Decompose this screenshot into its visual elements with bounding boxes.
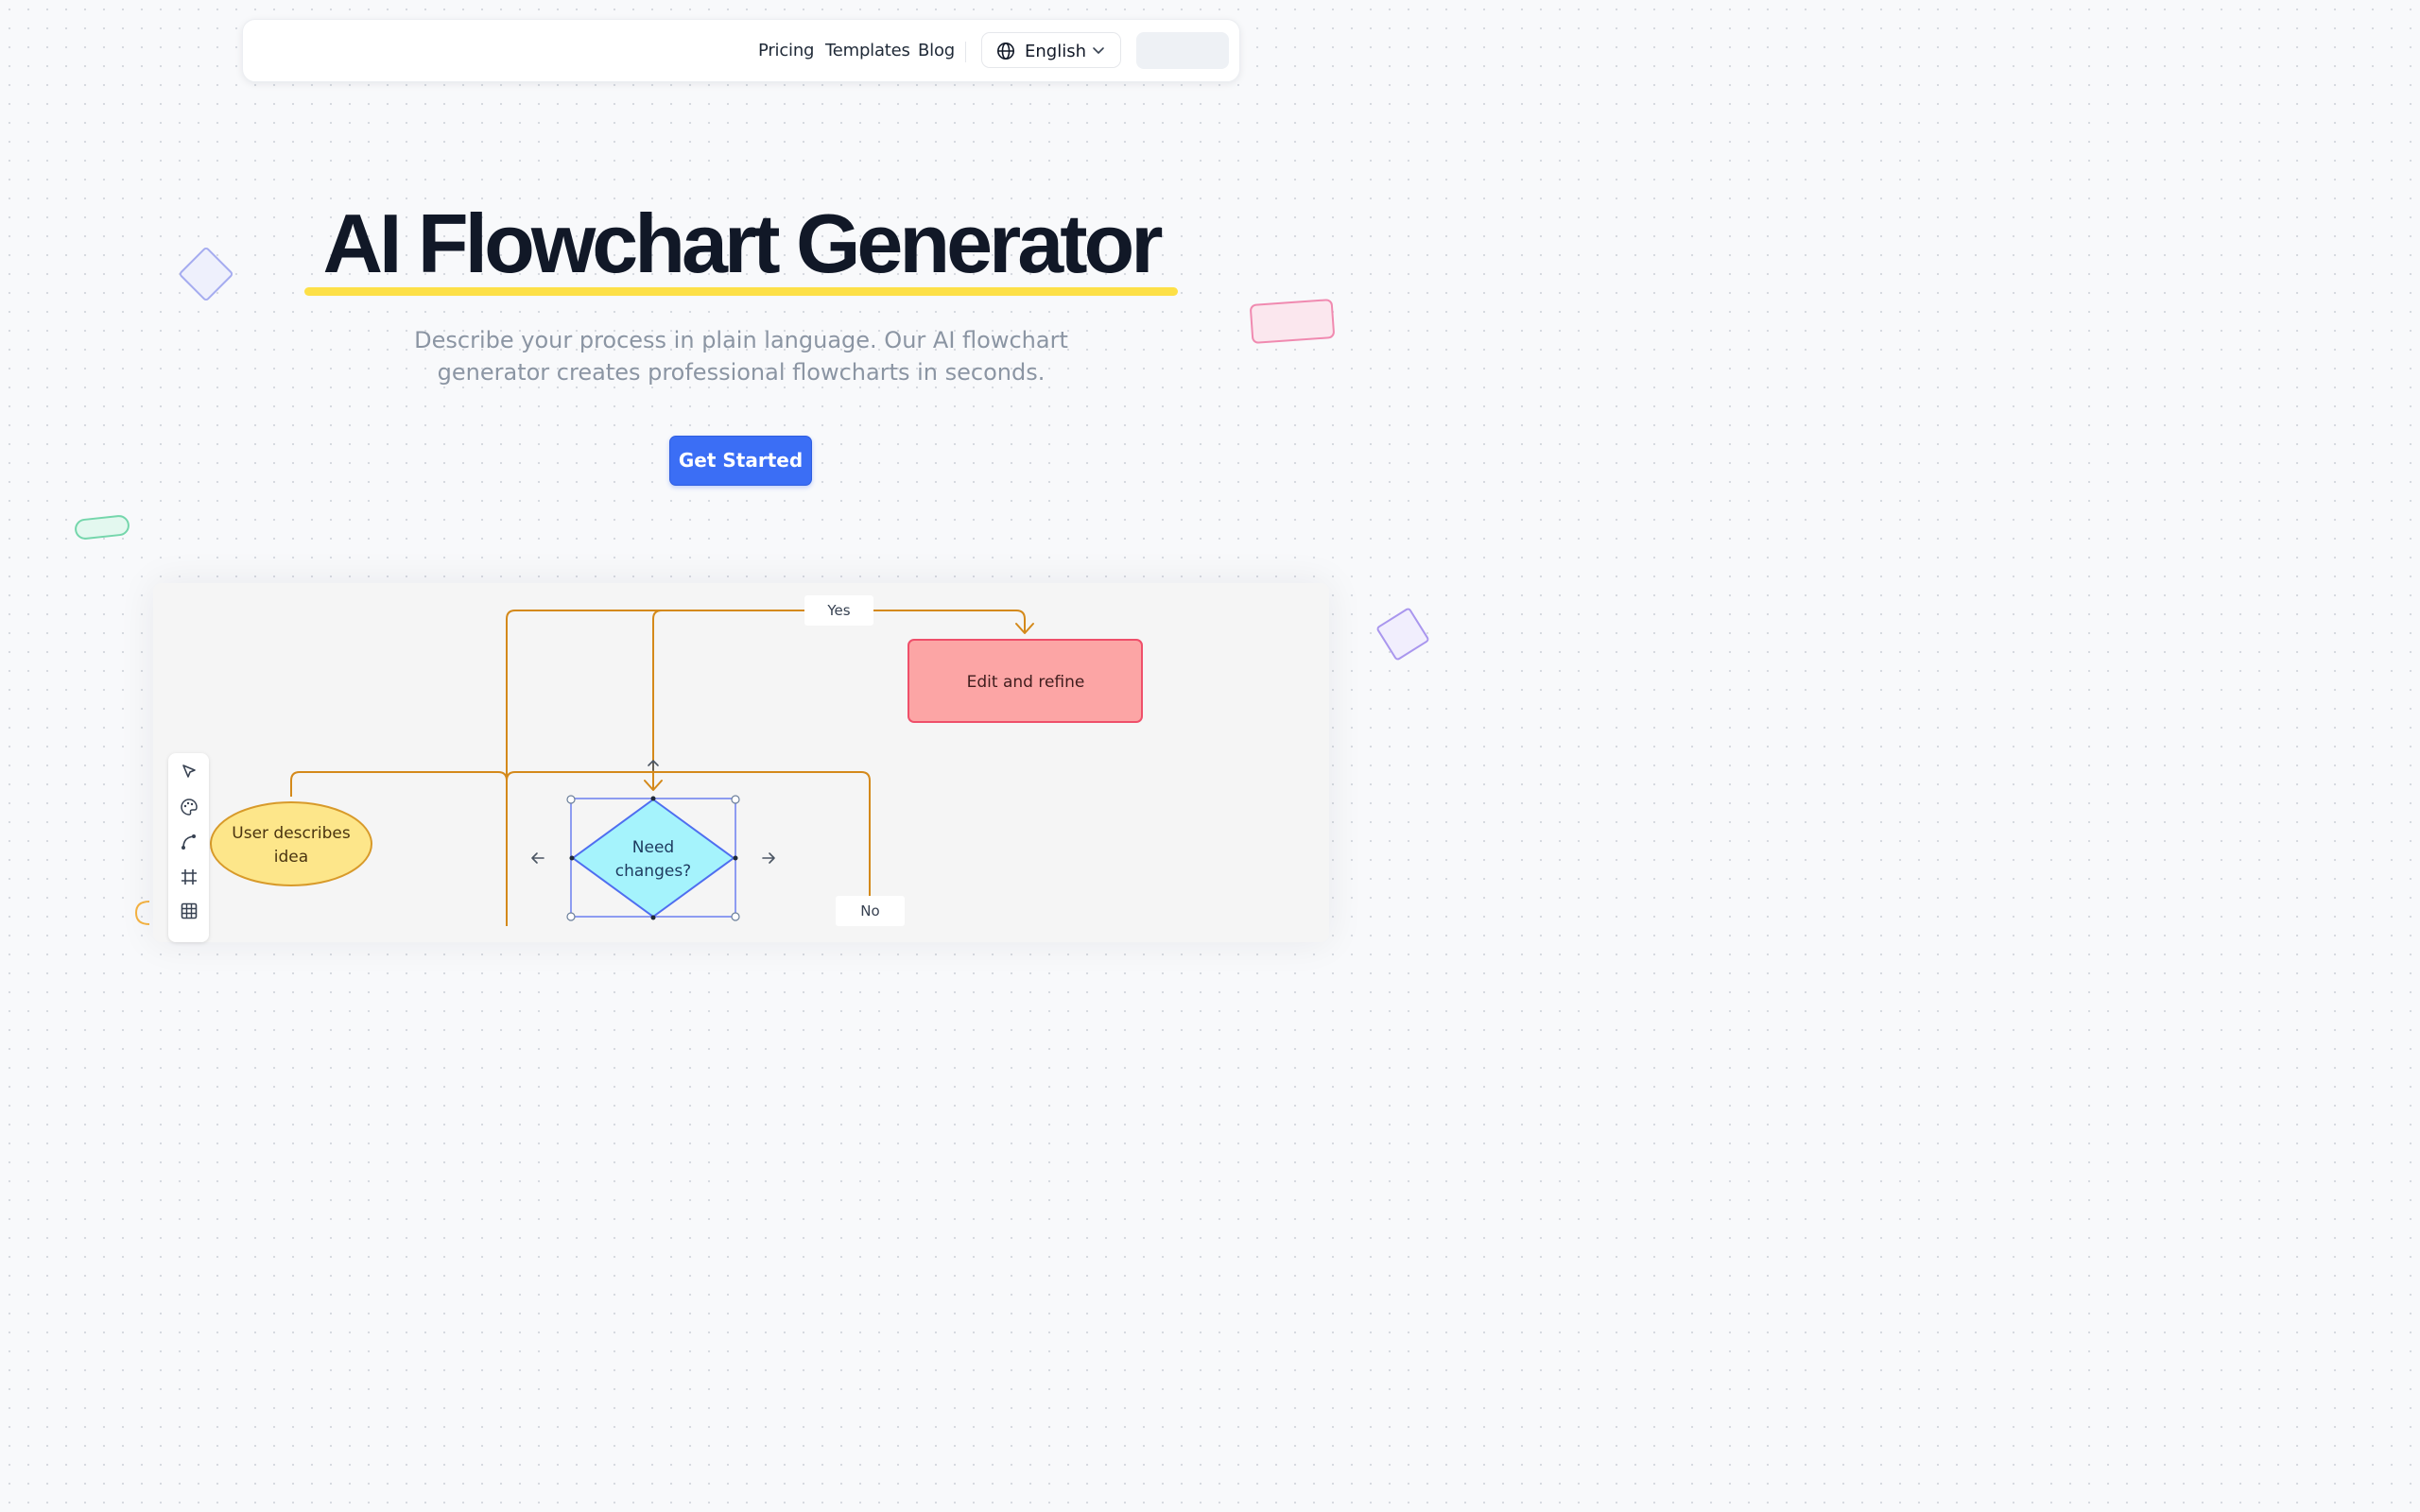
nav-link-blog[interactable]: Blog — [918, 41, 955, 60]
decorative-purple-square — [1376, 608, 1429, 661]
start-node-shape — [210, 801, 372, 886]
connector-icon[interactable] — [179, 832, 199, 852]
pointer-icon[interactable] — [179, 762, 199, 782]
decorative-diamond — [179, 247, 233, 301]
edit-node-label: Edit and refine — [967, 673, 1085, 692]
edge-label-yes: Yes — [804, 595, 873, 626]
top-navbar: Pricing Templates Blog English — [242, 19, 1240, 82]
decorative-orange-shape — [134, 901, 150, 925]
nav-link-templates[interactable]: Templates — [825, 41, 910, 60]
palette-icon[interactable] — [179, 797, 199, 817]
decision-node-label-line2: changes? — [615, 862, 691, 881]
get-started-button[interactable]: Get Started — [669, 436, 812, 486]
chevron-down-icon — [1093, 47, 1104, 54]
start-node-label-line2: idea — [274, 848, 308, 867]
subtitle-line-2: generator creates professional flowchart… — [437, 359, 1046, 386]
decorative-pink-rectangle — [1250, 299, 1335, 344]
flowchart-canvas[interactable]: Edit and refine User describes idea Need… — [153, 583, 1329, 942]
decision-node-label-line1: Need — [632, 838, 674, 857]
language-label: English — [1025, 42, 1086, 61]
nav-link-pricing[interactable]: Pricing — [758, 41, 814, 60]
nav-divider — [965, 42, 966, 62]
start-node-label-line1: User describes — [232, 824, 351, 843]
globe-icon — [997, 43, 1014, 60]
language-selector[interactable]: English — [981, 32, 1121, 68]
subtitle-line-1: Describe your process in plain language.… — [414, 327, 1068, 353]
decorative-green-pill — [75, 515, 130, 540]
frame-icon[interactable] — [179, 867, 199, 887]
edge-label-no: No — [836, 896, 905, 926]
canvas-toolbar — [168, 753, 209, 942]
title-highlight-underline — [304, 287, 1178, 296]
decision-node-shape — [571, 798, 735, 919]
flowchart-edges: Edit and refine User describes idea Need… — [210, 610, 1143, 926]
account-button-placeholder[interactable] — [1136, 32, 1229, 69]
hero-subtitle: Describe your process in plain language.… — [410, 324, 1072, 388]
table-icon[interactable] — [179, 901, 199, 921]
